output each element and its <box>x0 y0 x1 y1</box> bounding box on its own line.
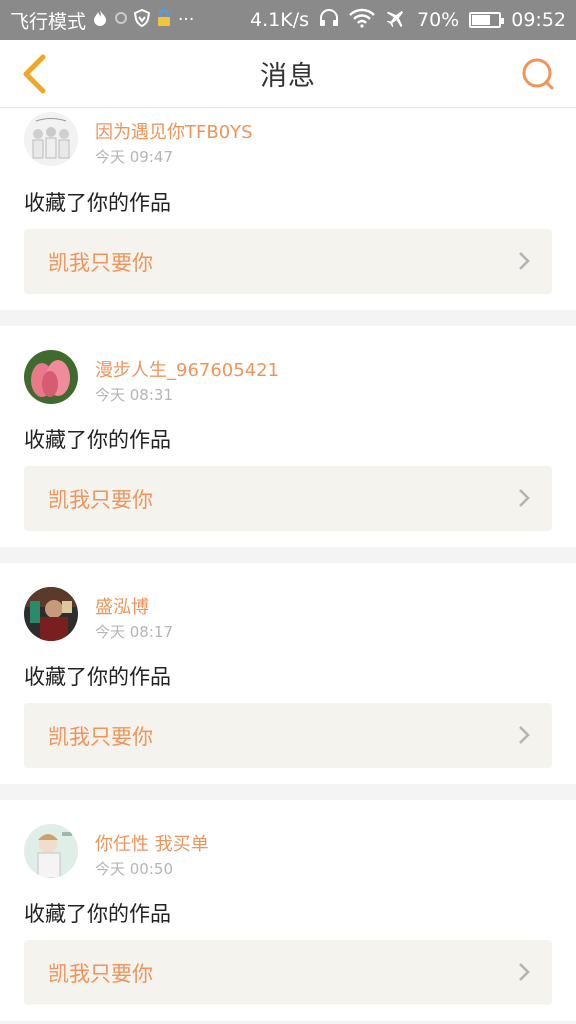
work-link[interactable]: 凯我只要你 <box>24 466 552 531</box>
fire-icon <box>92 9 108 31</box>
shield-icon <box>133 8 151 31</box>
airplane-mode-label: 飞行模式 <box>10 10 87 33</box>
chevron-right-icon <box>519 489 530 507</box>
work-title: 凯我只要你 <box>48 961 153 986</box>
user-name[interactable]: 因为遇见你TFB0YS <box>95 118 253 144</box>
list-item[interactable]: 盛泓博 今天 08:17 收藏了你的作品 凯我只要你 <box>0 563 576 784</box>
chevron-right-icon <box>519 963 530 981</box>
sync-icon <box>114 11 128 29</box>
divider <box>0 547 576 563</box>
timestamp: 今天 08:31 <box>95 386 173 404</box>
avatar[interactable] <box>24 112 78 166</box>
airplane-icon <box>385 8 407 33</box>
status-bar: 飞行模式 ··· 4.1K/s 70% 09:52 <box>0 0 576 40</box>
work-link[interactable]: 凯我只要你 <box>24 229 552 294</box>
header: 消息 <box>0 40 576 108</box>
avatar[interactable] <box>24 824 78 878</box>
headphones-icon <box>319 8 339 32</box>
list-item[interactable]: 因为遇见你TFB0YS 今天 09:47 收藏了你的作品 凯我只要你 <box>0 109 576 310</box>
chevron-right-icon <box>519 726 530 744</box>
page-title: 消息 <box>260 61 316 92</box>
action-text: 收藏了你的作品 <box>24 428 171 452</box>
divider <box>0 784 576 800</box>
battery-percent: 70% <box>417 9 460 31</box>
timestamp: 今天 09:47 <box>95 148 173 166</box>
chevron-right-icon <box>519 252 530 270</box>
back-button[interactable] <box>14 52 54 96</box>
action-text: 收藏了你的作品 <box>24 665 171 689</box>
network-speed: 4.1K/s <box>250 9 309 31</box>
work-link[interactable]: 凯我只要你 <box>24 940 552 1005</box>
work-title: 凯我只要你 <box>48 250 153 275</box>
battery-icon <box>469 12 505 28</box>
chevron-left-icon <box>23 54 46 94</box>
action-text: 收藏了你的作品 <box>24 191 171 215</box>
list-item[interactable]: 你任性 我买单 今天 00:50 收藏了你的作品 凯我只要你 <box>0 800 576 1021</box>
timestamp: 今天 08:17 <box>95 623 173 641</box>
work-title: 凯我只要你 <box>48 487 153 512</box>
divider <box>0 310 576 326</box>
wifi-icon <box>349 8 375 33</box>
status-right: 4.1K/s 70% 09:52 <box>250 8 566 33</box>
work-title: 凯我只要你 <box>48 724 153 749</box>
work-link[interactable]: 凯我只要你 <box>24 703 552 768</box>
more-icon: ··· <box>178 9 195 30</box>
clock: 09:52 <box>511 9 566 31</box>
user-name[interactable]: 漫步人生_967605421 <box>95 356 279 382</box>
search-button[interactable] <box>520 56 556 92</box>
action-text: 收藏了你的作品 <box>24 902 171 926</box>
status-left: 飞行模式 ··· <box>10 7 194 34</box>
search-icon <box>522 58 554 90</box>
lock-icon <box>156 9 172 31</box>
user-name[interactable]: 你任性 我买单 <box>95 830 209 856</box>
user-name[interactable]: 盛泓博 <box>95 593 149 619</box>
timestamp: 今天 00:50 <box>95 860 173 878</box>
message-list: 因为遇见你TFB0YS 今天 09:47 收藏了你的作品 凯我只要你 漫步人生_… <box>0 109 576 1024</box>
avatar[interactable] <box>24 350 78 404</box>
list-item[interactable]: 漫步人生_967605421 今天 08:31 收藏了你的作品 凯我只要你 <box>0 326 576 547</box>
avatar[interactable] <box>24 587 78 641</box>
